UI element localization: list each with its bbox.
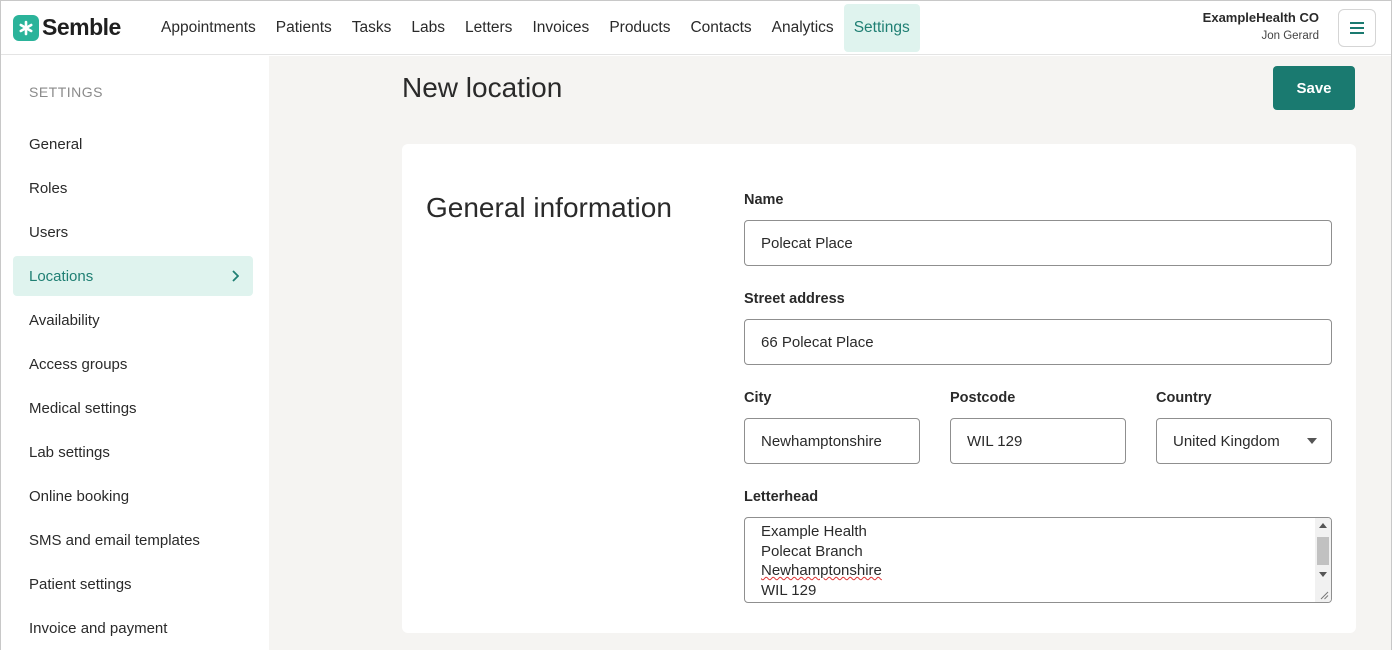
- resize-handle-icon[interactable]: [1319, 590, 1329, 600]
- sidebar-item-general[interactable]: General: [13, 124, 253, 164]
- letterhead-line: Newhamptonshire: [761, 562, 882, 579]
- name-label: Name: [744, 192, 784, 208]
- sidebar-item-label: Users: [29, 223, 69, 241]
- hamburger-icon: [1350, 22, 1364, 34]
- organization-name: ExampleHealth CO: [1202, 10, 1319, 25]
- postcode-input[interactable]: WIL 129: [950, 418, 1126, 464]
- country-select-value: United Kingdom: [1173, 432, 1280, 450]
- sidebar-item-access-groups[interactable]: Access groups: [13, 344, 253, 384]
- nav-contacts[interactable]: Contacts: [680, 4, 761, 52]
- sidebar-item-sms-email-templates[interactable]: SMS and email templates: [13, 520, 253, 560]
- chevron-right-icon: [232, 270, 239, 282]
- main-nav: Appointments Patients Tasks Labs Letters…: [151, 4, 920, 52]
- sidebar-item-locations[interactable]: Locations: [13, 256, 253, 296]
- sidebar-item-label: Locations: [29, 267, 94, 285]
- sidebar-item-medical-settings[interactable]: Medical settings: [13, 388, 253, 428]
- brand-name: Semble: [42, 14, 121, 40]
- letterhead-content: Example Health Polecat Branch Newhampton…: [761, 522, 882, 600]
- nav-patients[interactable]: Patients: [266, 4, 342, 52]
- sidebar-list: General Roles Users Locations Availabili…: [13, 124, 253, 650]
- sidebar-item-online-booking[interactable]: Online booking: [13, 476, 253, 516]
- sidebar-item-users[interactable]: Users: [13, 212, 253, 252]
- sidebar-item-label: Roles: [29, 179, 68, 197]
- sidebar-item-roles[interactable]: Roles: [13, 168, 253, 208]
- name-input[interactable]: Polecat Place: [744, 220, 1332, 266]
- nav-invoices[interactable]: Invoices: [522, 4, 599, 52]
- scrollbar-thumb[interactable]: [1317, 537, 1329, 565]
- main-menu-button[interactable]: [1338, 9, 1376, 47]
- account-info[interactable]: ExampleHealth CO Jon Gerard: [1203, 10, 1319, 42]
- sidebar-item-label: SMS and email templates: [29, 531, 200, 549]
- letterhead-textarea[interactable]: Example Health Polecat Branch Newhampton…: [744, 517, 1332, 603]
- sidebar-item-label: Invoice and payment: [29, 619, 168, 637]
- city-input[interactable]: Newhamptonshire: [744, 418, 920, 464]
- page-title: New location: [402, 72, 563, 103]
- caret-down-icon: [1307, 438, 1317, 444]
- letterhead-line: WIL 129: [761, 581, 817, 599]
- sidebar-item-invoice-payment[interactable]: Invoice and payment: [13, 608, 253, 648]
- section-title: General information: [426, 192, 672, 223]
- semble-logo-icon: [13, 14, 39, 41]
- scroll-up-arrow-icon[interactable]: [1319, 523, 1327, 528]
- street-address-label: Street address: [744, 291, 845, 307]
- street-address-input[interactable]: 66 Polecat Place: [744, 319, 1332, 365]
- country-select[interactable]: United Kingdom: [1156, 418, 1332, 464]
- sidebar-item-label: Availability: [29, 311, 100, 329]
- sidebar-item-label: Patient settings: [29, 575, 132, 593]
- nav-letters[interactable]: Letters: [455, 4, 522, 52]
- nav-tasks[interactable]: Tasks: [342, 4, 402, 52]
- settings-sidebar: SETTINGS General Roles Users Locations A…: [1, 56, 269, 650]
- top-navigation-bar: Semble Appointments Patients Tasks Labs …: [1, 1, 1391, 55]
- nav-analytics[interactable]: Analytics: [762, 4, 844, 52]
- sidebar-item-availability[interactable]: Availability: [13, 300, 253, 340]
- letterhead-line: Polecat Branch: [761, 542, 863, 560]
- nav-settings[interactable]: Settings: [843, 4, 920, 52]
- sidebar-item-label: General: [29, 135, 83, 153]
- sidebar-item-label: Access groups: [29, 355, 128, 373]
- sidebar-item-label: Online booking: [29, 487, 130, 505]
- nav-appointments[interactable]: Appointments: [151, 4, 266, 52]
- sidebar-item-label: Lab settings: [29, 443, 110, 461]
- sidebar-item-label: Medical settings: [29, 399, 137, 417]
- letterhead-line: Example Health: [761, 523, 867, 540]
- sidebar-heading: SETTINGS: [29, 84, 104, 100]
- nav-labs[interactable]: Labs: [401, 4, 455, 52]
- letterhead-label: Letterhead: [744, 489, 819, 505]
- general-information-card: General information Name Polecat Place S…: [402, 144, 1356, 633]
- semble-logo[interactable]: Semble: [13, 14, 121, 41]
- user-name: Jon Gerard: [1261, 30, 1319, 42]
- country-label: Country: [1156, 390, 1212, 406]
- sidebar-item-patient-settings[interactable]: Patient settings: [13, 564, 253, 604]
- nav-products[interactable]: Products: [599, 4, 680, 52]
- main-content: New location Save General information Na…: [269, 56, 1391, 650]
- scroll-down-arrow-icon[interactable]: [1319, 572, 1327, 577]
- sidebar-item-lab-settings[interactable]: Lab settings: [13, 432, 253, 472]
- postcode-label: Postcode: [950, 390, 1016, 406]
- save-button[interactable]: Save: [1273, 66, 1355, 110]
- city-label: City: [744, 390, 772, 406]
